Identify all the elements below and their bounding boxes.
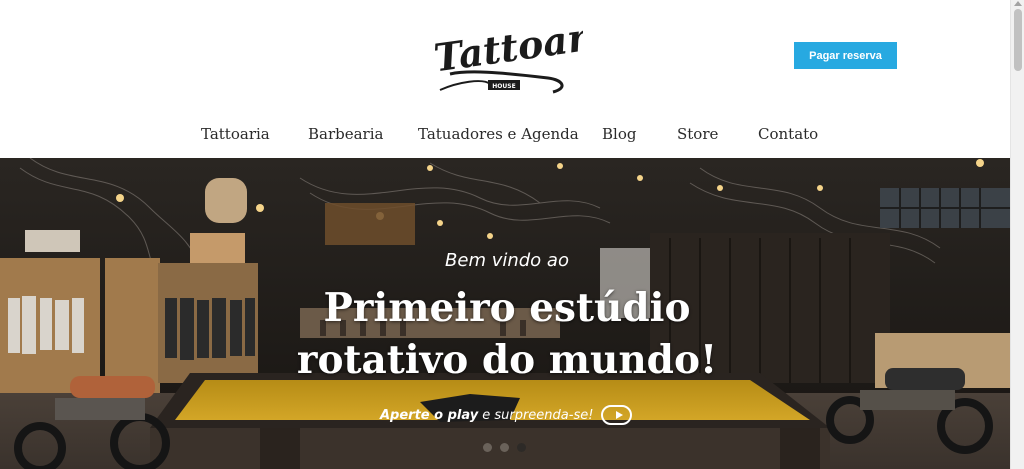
play-icon[interactable]: [601, 405, 632, 425]
hero-banner: Bem vindo ao Primeiro estúdio rotativo d…: [0, 158, 1010, 469]
hero-eyebrow: Bem vindo ao: [445, 250, 569, 271]
play-video-link[interactable]: Aperte o play e surpreenda-se!: [380, 403, 632, 427]
pagar-reserva-button[interactable]: Pagar reserva: [794, 42, 897, 69]
nav-item-tatuadores-agenda[interactable]: Tatuadores e Agenda: [418, 125, 579, 143]
site-header: Tattoaria HOUSE Pagar reserva Tattoaria …: [0, 0, 1010, 158]
nav-item-barbearia[interactable]: Barbearia: [308, 125, 383, 143]
hero-title: Primeiro estúdio rotativo do mundo!: [0, 282, 1010, 386]
cta-strong-text: Aperte o play: [380, 407, 479, 423]
nav-item-store[interactable]: Store: [677, 125, 718, 143]
slider-dots: [483, 443, 533, 455]
page-scrollbar[interactable]: [1010, 0, 1024, 469]
tattoaria-logo[interactable]: Tattoaria HOUSE: [428, 12, 583, 104]
hero-title-line1: Primeiro estúdio: [323, 285, 691, 331]
nav-item-blog[interactable]: Blog: [602, 125, 636, 143]
main-nav: Tattoaria Barbearia Tatuadores e Agenda …: [0, 120, 1010, 150]
svg-text:HOUSE: HOUSE: [492, 83, 515, 90]
slider-dot-2[interactable]: [500, 443, 509, 452]
nav-item-contato[interactable]: Contato: [758, 125, 818, 143]
hero-title-line2: rotativo do mundo!: [296, 337, 718, 383]
slider-dot-3[interactable]: [517, 443, 526, 452]
scrollbar-thumb[interactable]: [1014, 9, 1022, 71]
nav-item-tattoaria[interactable]: Tattoaria: [201, 125, 270, 143]
hero-text: Bem vindo ao Primeiro estúdio rotativo d…: [0, 158, 1010, 469]
slider-dot-1[interactable]: [483, 443, 492, 452]
cta-rest-text: e surpreenda-se!: [482, 407, 594, 423]
svg-text:Tattoaria: Tattoaria: [431, 12, 583, 80]
scroll-up-arrow-icon[interactable]: [1014, 1, 1022, 6]
